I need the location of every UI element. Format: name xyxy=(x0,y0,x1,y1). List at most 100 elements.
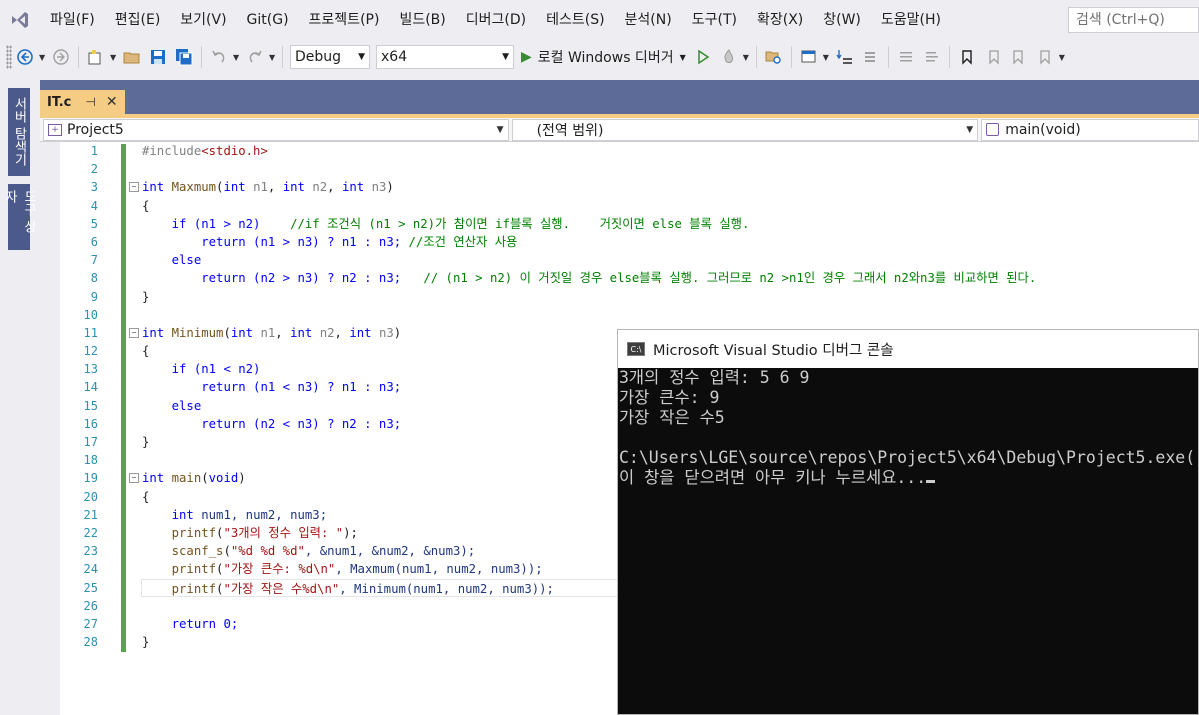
pin-icon[interactable]: ⊣ xyxy=(85,95,95,109)
line-number: 26 xyxy=(83,598,98,613)
menu-test[interactable]: 테스트(S) xyxy=(536,0,614,40)
console-output[interactable]: 3개의 정수 입력: 5 6 9 가장 큰수: 9 가장 작은 수5 C:\Us… xyxy=(618,368,1198,488)
line-number: 19 xyxy=(83,471,98,486)
code-line: #include<stdio.h> xyxy=(142,142,1199,160)
code-args: , Maxmum(num1, num2, num3)); xyxy=(335,562,543,577)
console-title-bar[interactable]: C:\ Microsoft Visual Studio 디버그 콘솔 xyxy=(618,330,1198,368)
window-layout-icon[interactable] xyxy=(798,45,820,69)
line-number: 15 xyxy=(83,398,98,413)
visual-studio-logo-icon[interactable] xyxy=(0,0,40,40)
keyword: int xyxy=(282,180,305,195)
chevron-down-icon[interactable]: ▼ xyxy=(110,53,118,62)
save-all-icon[interactable] xyxy=(173,45,195,69)
keyword: int xyxy=(171,507,194,522)
code-text: if (n1 < n2) xyxy=(171,362,261,377)
project-dropdown[interactable]: + Project5 ▼ xyxy=(43,118,509,141)
server-explorer-tab[interactable]: 서버 탐색기 xyxy=(8,88,30,176)
debug-console-window[interactable]: C:\ Microsoft Visual Studio 디버그 콘솔 3개의 정… xyxy=(617,329,1199,715)
menu-git[interactable]: Git(G) xyxy=(237,0,299,40)
new-project-icon[interactable] xyxy=(85,45,107,69)
chevron-down-icon[interactable]: ▼ xyxy=(269,53,277,62)
next-bookmark-icon[interactable] xyxy=(1008,45,1030,69)
code-punct: , xyxy=(334,325,350,340)
console-line-prompt: 이 창을 닫으려면 아무 키나 누르세요... xyxy=(619,468,1198,488)
menu-edit[interactable]: 편집(E) xyxy=(105,0,171,40)
parameter: n3 xyxy=(378,325,394,340)
uncomment-icon[interactable] xyxy=(921,45,943,69)
project-name: Project5 xyxy=(67,121,124,138)
chevron-down-icon[interactable]: ▼ xyxy=(39,53,47,62)
bookmark-icon[interactable] xyxy=(956,45,978,69)
start-debugging-button[interactable]: ▶ 로컬 Windows 디버거 ▼ xyxy=(517,45,690,69)
menu-extensions[interactable]: 확장(X) xyxy=(747,0,813,40)
step-into-icon[interactable] xyxy=(834,45,856,69)
code-line: } xyxy=(142,289,150,304)
code-line: { xyxy=(142,198,150,213)
menu-help[interactable]: 도움말(H) xyxy=(871,0,951,40)
navigation-bar: + Project5 ▼ (전역 범위) ▼ main(void) xyxy=(40,118,1199,142)
search-input[interactable]: 검색 (Ctrl+Q) xyxy=(1068,7,1199,33)
chevron-down-icon[interactable]: ▼ xyxy=(233,53,241,62)
menu-analyze[interactable]: 분석(N) xyxy=(615,0,682,40)
toolbar-separator xyxy=(887,46,889,68)
chevron-down-icon: ▼ xyxy=(966,124,974,135)
code-punct: ( xyxy=(223,325,231,340)
scope-name: (전역 범위) xyxy=(536,122,604,139)
scope-dropdown[interactable]: (전역 범위) ▼ xyxy=(511,118,979,141)
code-text: return (n1 < n3) ? n1 : n3; xyxy=(201,380,402,395)
navigate-back-icon[interactable] xyxy=(14,45,36,69)
function-name: Maxmum xyxy=(171,180,217,195)
line-number: 23 xyxy=(83,544,98,559)
line-number: 11 xyxy=(83,325,98,340)
console-line: 가장 작은 수5 xyxy=(619,408,725,427)
code-line: if (n1 > n2) //if 조건식 (n1 > n2)가 참이면 if블… xyxy=(142,215,1199,233)
menu-debug[interactable]: 디버그(D) xyxy=(456,0,536,40)
platform-select[interactable]: x64 ▼ xyxy=(376,45,514,69)
chevron-down-icon[interactable]: ▼ xyxy=(743,53,751,62)
save-icon[interactable] xyxy=(147,45,169,69)
clear-bookmarks-icon[interactable] xyxy=(1034,45,1056,69)
comment-out-icon[interactable] xyxy=(895,45,917,69)
collapse-icon[interactable]: − xyxy=(129,182,139,193)
saved-changes-bar xyxy=(121,144,126,652)
navigate-forward-icon[interactable] xyxy=(50,45,72,69)
keyword: int xyxy=(349,325,372,340)
configuration-select[interactable]: Debug ▼ xyxy=(290,45,370,69)
code-text: return 0; xyxy=(171,616,239,631)
find-in-files-icon[interactable] xyxy=(763,45,785,69)
code-text: return (n2 < n3) ? n2 : n3; xyxy=(201,416,402,431)
collapse-icon[interactable]: − xyxy=(129,327,139,338)
menu-view[interactable]: 보기(V) xyxy=(170,0,236,40)
toolbox-tab[interactable]: 도구 상자 xyxy=(2,184,36,250)
menu-window[interactable]: 창(W) xyxy=(813,0,871,40)
parameter: n2 xyxy=(319,325,335,340)
collapse-icon[interactable]: − xyxy=(129,473,139,484)
menu-build[interactable]: 빌드(B) xyxy=(389,0,455,40)
close-icon[interactable]: ✕ xyxy=(106,94,118,110)
chevron-down-icon[interactable]: ▼ xyxy=(1059,53,1067,62)
undo-icon[interactable] xyxy=(208,45,230,69)
menu-file[interactable]: 파일(F) xyxy=(40,0,105,40)
line-number: 8 xyxy=(90,271,98,286)
redo-icon[interactable] xyxy=(244,45,266,69)
member-dropdown[interactable]: main(void) xyxy=(981,118,1199,141)
line-number: 5 xyxy=(90,216,98,231)
start-without-debugging-icon[interactable] xyxy=(692,45,714,69)
include-path: <stdio.h> xyxy=(201,144,268,158)
previous-bookmark-icon[interactable] xyxy=(982,45,1004,69)
string-literal: "%d %d %d" xyxy=(230,544,305,559)
toolbar-grip[interactable] xyxy=(6,45,12,69)
menu-project[interactable]: 프로젝트(P) xyxy=(299,0,390,40)
code-punct: , xyxy=(327,180,342,195)
open-folder-icon[interactable] xyxy=(121,45,143,69)
line-number: 14 xyxy=(83,380,98,395)
hot-reload-icon[interactable] xyxy=(718,45,740,69)
comment: //조건 연산자 사용 xyxy=(408,234,518,249)
menu-tools[interactable]: 도구(T) xyxy=(682,0,747,40)
keyword: else xyxy=(171,398,202,413)
step-over-icon[interactable] xyxy=(860,45,882,69)
tab-itc[interactable]: IT.c ⊣ ✕ xyxy=(40,90,125,114)
toolbar-separator xyxy=(282,46,283,68)
chevron-down-icon: ▼ xyxy=(358,52,365,62)
chevron-down-icon[interactable]: ▼ xyxy=(823,53,831,62)
